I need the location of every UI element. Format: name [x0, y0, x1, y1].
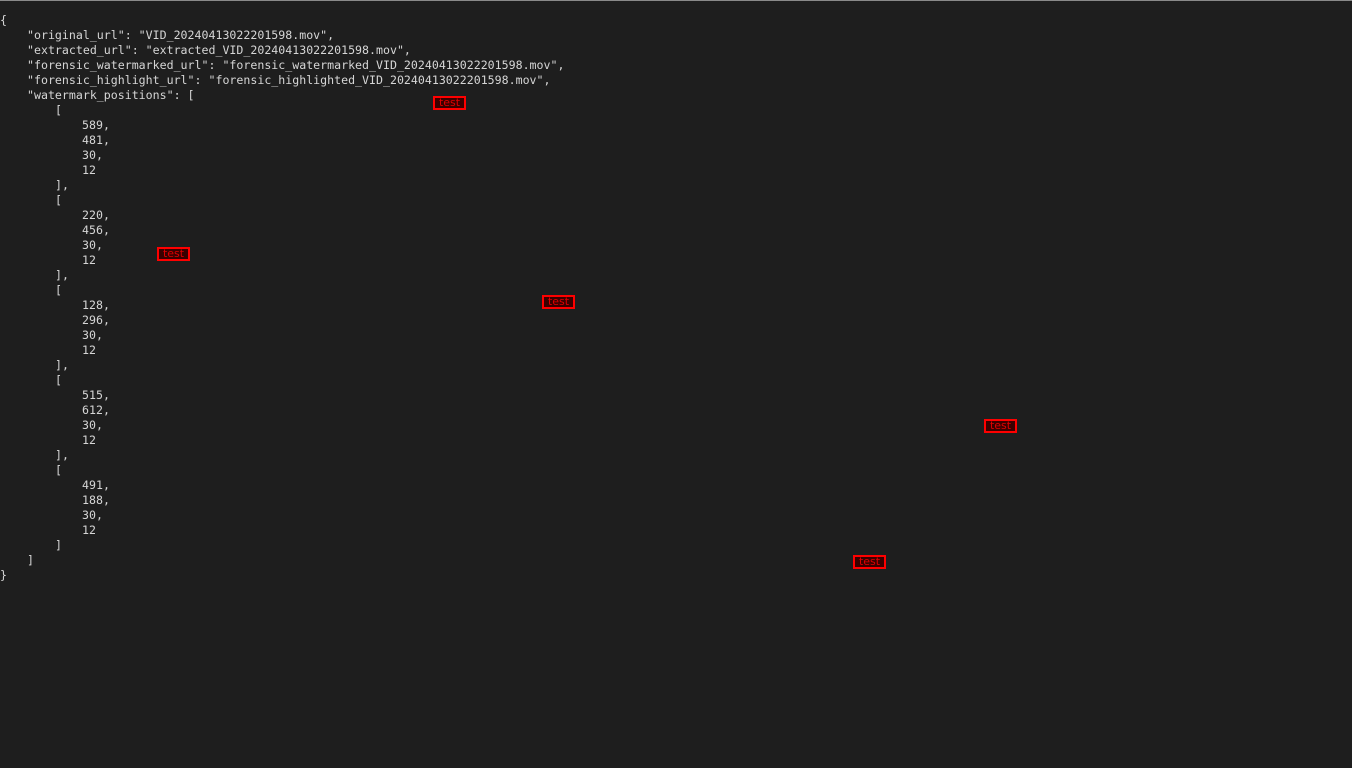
watermark-label: test	[542, 295, 575, 309]
json-line: "watermark_positions": [	[27, 88, 195, 102]
json-line: ]	[55, 538, 62, 552]
json-line: ],	[55, 178, 69, 192]
json-line: ],	[55, 268, 69, 282]
json-line: 12	[82, 253, 96, 267]
json-line: 481,	[82, 133, 110, 147]
json-line: [	[55, 283, 62, 297]
json-line: 491,	[82, 478, 110, 492]
json-line: 30,	[82, 508, 103, 522]
json-line: 30,	[82, 328, 103, 342]
json-line: "forensic_highlight_url": "forensic_high…	[27, 73, 551, 87]
json-line: {	[0, 13, 7, 27]
json-line: 220,	[82, 208, 110, 222]
json-line: 515,	[82, 388, 110, 402]
json-line: ],	[55, 448, 69, 462]
json-line: ]	[27, 553, 34, 567]
json-line: 188,	[82, 493, 110, 507]
json-line: [	[55, 463, 62, 477]
json-line: 30,	[82, 238, 103, 252]
json-line: }	[0, 568, 7, 582]
json-line: 589,	[82, 118, 110, 132]
json-line: 456,	[82, 223, 110, 237]
json-line: 128,	[82, 298, 110, 312]
watermark-label: test	[433, 96, 466, 110]
json-line: 12	[82, 343, 96, 357]
watermark-label: test	[157, 247, 190, 261]
json-line: 12	[82, 523, 96, 537]
json-line: 12	[82, 433, 96, 447]
json-line: 612,	[82, 403, 110, 417]
json-line: [	[55, 193, 62, 207]
json-line: "original_url": "VID_20240413022201598.m…	[27, 28, 335, 42]
json-line: [	[55, 373, 62, 387]
json-line: 12	[82, 163, 96, 177]
json-line: 30,	[82, 418, 103, 432]
json-line: "forensic_watermarked_url": "forensic_wa…	[27, 58, 565, 72]
json-line: ],	[55, 358, 69, 372]
watermark-label: test	[853, 555, 886, 569]
json-line: 296,	[82, 313, 110, 327]
json-line: "extracted_url": "extracted_VID_20240413…	[27, 43, 411, 57]
watermark-label: test	[984, 419, 1017, 433]
json-line: [	[55, 103, 62, 117]
json-line: 30,	[82, 148, 103, 162]
json-output: { "original_url": "VID_20240413022201598.…	[0, 13, 564, 583]
